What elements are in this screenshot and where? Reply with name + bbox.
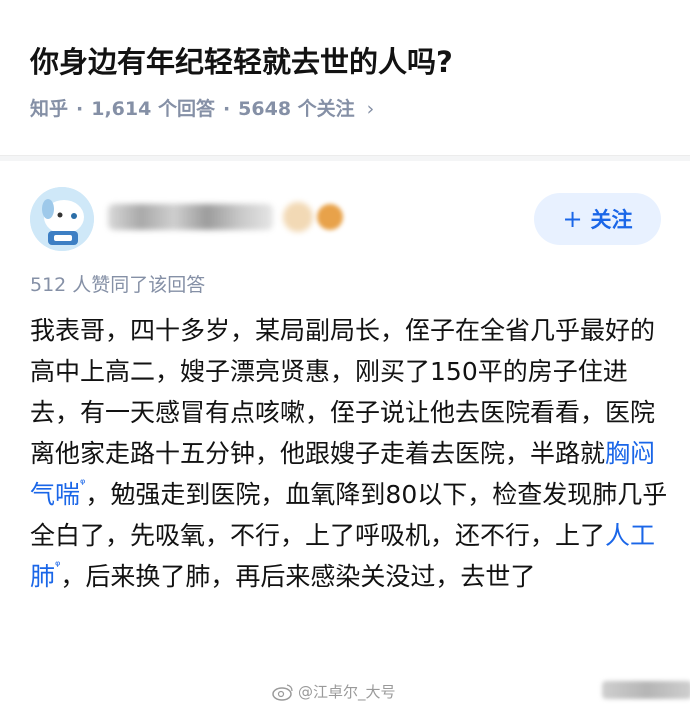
- source-label: 知乎: [30, 98, 69, 120]
- badge-icon: [283, 202, 313, 232]
- chevron-right-icon[interactable]: ›: [355, 98, 375, 120]
- badge-icon: [317, 204, 343, 230]
- author-name-blurred[interactable]: [108, 197, 348, 237]
- blurred-name: [108, 204, 273, 230]
- watermark: @江卓尔_大号: [272, 681, 690, 702]
- plus-icon: +: [562, 205, 583, 233]
- follow-button-label: 关注: [590, 208, 633, 232]
- follow-button[interactable]: + 关注: [534, 193, 661, 245]
- cartoon-dog-avatar-icon: [30, 187, 94, 251]
- question-meta[interactable]: 知乎 · 1,614 个回答 · 5648 个关注 ›: [30, 92, 374, 126]
- author-avatar[interactable]: [30, 187, 94, 251]
- followers-count: 5648 个关注: [238, 98, 355, 120]
- answer-text: ，勉强走到医院，血氧降到80以下，检查发现肺几乎全白了，先吸氧，不行，上了呼吸机…: [30, 480, 668, 550]
- likes-count: 512 人赞同了该回答: [30, 274, 206, 296]
- answer-text: 我表哥，四十多岁，某局副局长，侄子在全省几乎最好的高中上高二，嫂子漂亮贤惠，刚买…: [30, 316, 656, 468]
- separator-dot: ·: [76, 98, 84, 120]
- question-title[interactable]: 你身边有年纪轻轻就去世的人吗?: [30, 40, 670, 84]
- separator-dot: ·: [222, 98, 231, 120]
- answer-content: 我表哥，四十多岁，某局副局长，侄子在全省几乎最好的高中上高二，嫂子漂亮贤惠，刚买…: [30, 310, 675, 597]
- watermark-text: @江卓尔_大号: [298, 683, 396, 701]
- answer-text: ，后来换了肺，再后来感染关没过，去世了: [60, 562, 536, 591]
- blurred-region: [602, 681, 690, 699]
- weibo-icon: [272, 683, 293, 701]
- answers-count: 1,614 个回答: [91, 98, 215, 120]
- section-divider: [0, 155, 690, 161]
